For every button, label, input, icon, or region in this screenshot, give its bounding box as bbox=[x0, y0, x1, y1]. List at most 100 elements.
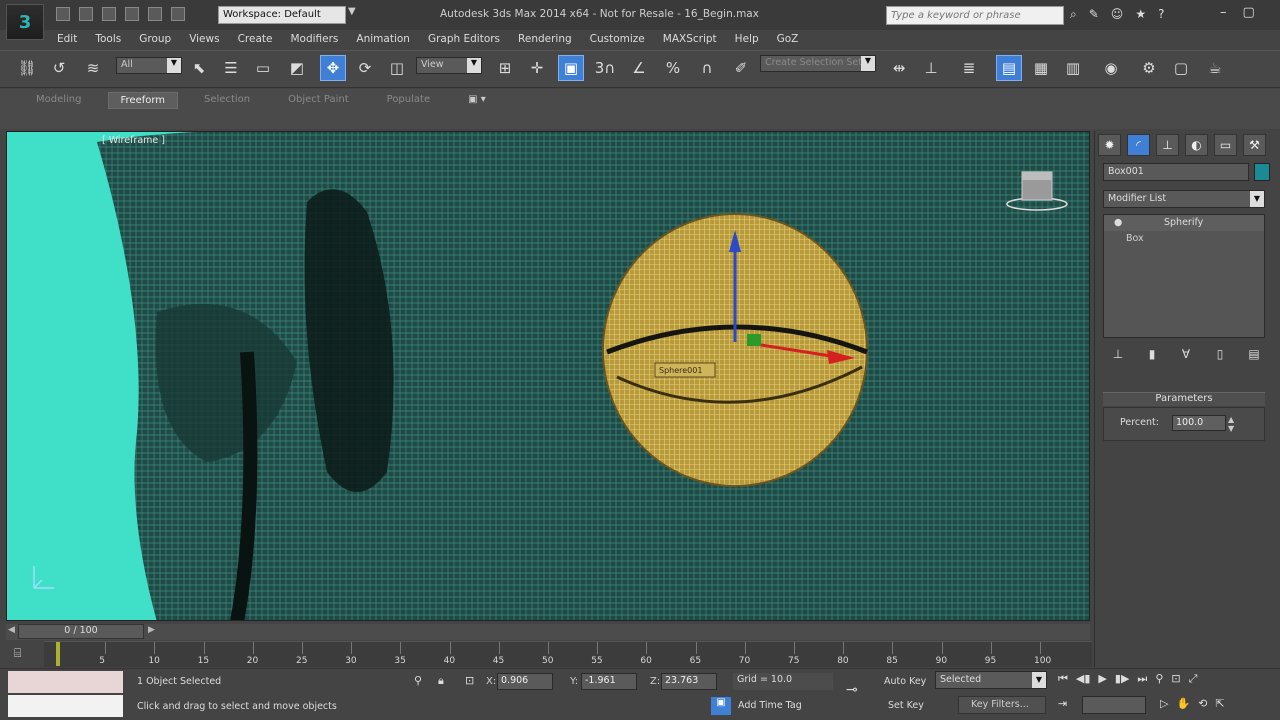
ribbon-options-icon[interactable]: ▣ ▾ bbox=[456, 92, 498, 109]
configure-modifier-sets-icon[interactable]: ▤ bbox=[1244, 346, 1264, 362]
menu-item[interactable]: Customize bbox=[581, 31, 654, 49]
selection-filter-dropdown[interactable]: All ▼ bbox=[116, 57, 182, 74]
maxscript-listener-input[interactable] bbox=[8, 671, 123, 693]
menu-item[interactable]: Rendering bbox=[509, 31, 581, 49]
menu-item[interactable]: Edit bbox=[48, 31, 86, 49]
app-logo-button[interactable]: 3 bbox=[6, 4, 44, 40]
link-icon[interactable]: ⛓ bbox=[14, 55, 40, 81]
object-color-swatch[interactable] bbox=[1254, 163, 1270, 181]
manipulate-icon[interactable]: ✛ bbox=[524, 55, 550, 81]
percent-spinner-field[interactable]: 100.0 bbox=[1172, 415, 1226, 431]
next-frame-icon[interactable]: ▮▶ bbox=[1115, 672, 1130, 686]
tab-freeform[interactable]: Freeform bbox=[107, 92, 179, 109]
render-setup-icon[interactable]: ⚙ bbox=[1136, 55, 1162, 81]
new-file-icon[interactable] bbox=[56, 7, 70, 21]
mirror-icon[interactable]: ⇹ bbox=[886, 55, 912, 81]
isolate-selection-icon[interactable]: ⚲ bbox=[414, 674, 422, 687]
maximize-toggle-icon[interactable]: ⇱ bbox=[1215, 697, 1224, 710]
search-input[interactable]: Type a keyword or phrase bbox=[886, 6, 1064, 25]
schematic-view-icon[interactable]: ▥ bbox=[1060, 55, 1086, 81]
gizmo-y-axis[interactable] bbox=[747, 334, 761, 346]
menu-item[interactable]: Graph Editors bbox=[419, 31, 509, 49]
z-coordinate-field[interactable]: 23.763 bbox=[661, 673, 717, 690]
x-coordinate-field[interactable]: 0.906 bbox=[497, 673, 553, 690]
binoculars-icon[interactable]: ⌕ bbox=[1070, 7, 1077, 22]
tools-icon[interactable]: ✎ bbox=[1089, 7, 1099, 22]
unlink-icon[interactable]: ↺ bbox=[46, 55, 72, 81]
open-file-icon[interactable] bbox=[79, 7, 93, 21]
graphite-modeling-tools-icon[interactable]: ▤ bbox=[996, 55, 1022, 81]
make-unique-icon[interactable]: ∀ bbox=[1176, 346, 1196, 362]
current-frame-field[interactable] bbox=[1082, 696, 1146, 714]
previous-frame-icon[interactable]: ◀▮ bbox=[1076, 672, 1091, 686]
menu-item[interactable]: Views bbox=[180, 31, 228, 49]
pivot-center-icon[interactable]: ⊞ bbox=[492, 55, 518, 81]
utilities-tab-icon[interactable]: ⚒ bbox=[1243, 134, 1266, 156]
menu-item[interactable]: GoZ bbox=[768, 31, 808, 49]
y-coordinate-field[interactable]: -1.961 bbox=[581, 673, 637, 690]
show-end-result-icon[interactable]: ▮ bbox=[1142, 346, 1162, 362]
motion-tab-icon[interactable]: ◐ bbox=[1185, 134, 1208, 156]
menu-item[interactable]: MAXScript bbox=[654, 31, 726, 49]
key-filters-button[interactable]: Key Filters... bbox=[958, 696, 1046, 714]
viewport-label[interactable]: [ Wireframe ] bbox=[102, 135, 165, 146]
rollout-title[interactable]: Parameters bbox=[1103, 392, 1265, 406]
zoom-extents-icon[interactable]: ⊡ bbox=[1171, 672, 1180, 686]
curve-editor-icon[interactable]: ▦ bbox=[1028, 55, 1054, 81]
key-selection-dropdown[interactable]: Selected ▼ bbox=[935, 671, 1047, 689]
named-selection-dropdown[interactable]: Create Selection Set ▼ bbox=[760, 55, 876, 72]
spinner-snap-icon[interactable]: ∩ bbox=[694, 55, 720, 81]
tab-populate[interactable]: Populate bbox=[375, 92, 442, 109]
tab-object-paint[interactable]: Object Paint bbox=[276, 92, 361, 109]
align-icon[interactable]: ⊥ bbox=[918, 55, 944, 81]
maximize-viewport-icon[interactable]: ⤢ bbox=[1189, 672, 1198, 686]
percent-snap-icon[interactable]: % bbox=[660, 55, 686, 81]
pin-stack-icon[interactable]: ⊥ bbox=[1108, 346, 1128, 362]
time-slider-thumb[interactable]: 0 / 100 bbox=[18, 624, 144, 639]
menu-item[interactable]: Modifiers bbox=[281, 31, 347, 49]
layer-manager-icon[interactable]: ≣ bbox=[956, 55, 982, 81]
auto-key-button[interactable]: Auto Key bbox=[884, 676, 926, 687]
select-and-scale-icon[interactable]: ◫ bbox=[384, 55, 410, 81]
set-key-button[interactable]: Set Key bbox=[888, 700, 924, 711]
select-object-icon[interactable]: ⬉ bbox=[186, 55, 212, 81]
maximize-icon[interactable]: ▢ bbox=[1243, 5, 1255, 20]
maxscript-listener-output[interactable] bbox=[8, 695, 123, 717]
stack-item-box[interactable]: Box bbox=[1104, 231, 1264, 247]
menu-item[interactable]: Group bbox=[130, 31, 180, 49]
reference-coordinate-dropdown[interactable]: View ▼ bbox=[416, 57, 482, 74]
hierarchy-tab-icon[interactable]: ⊥ bbox=[1156, 134, 1179, 156]
project-folder-icon[interactable] bbox=[171, 7, 185, 21]
time-slider-track[interactable] bbox=[6, 624, 1090, 640]
minimize-icon[interactable]: – bbox=[1220, 5, 1227, 20]
rendered-frame-window-icon[interactable]: ▢ bbox=[1168, 55, 1194, 81]
save-file-icon[interactable] bbox=[102, 7, 116, 21]
add-time-tag-button[interactable]: Add Time Tag bbox=[738, 700, 802, 711]
current-frame-marker[interactable] bbox=[56, 642, 60, 666]
spinner-arrows-icon[interactable]: ▲ ▼ bbox=[1228, 415, 1234, 433]
absolute-mode-icon[interactable]: ⊡ bbox=[465, 674, 474, 687]
perspective-viewport[interactable]: Sphere001 bbox=[6, 131, 1090, 621]
remove-modifier-icon[interactable]: ▯ bbox=[1210, 346, 1230, 362]
snaps-toggle-icon[interactable]: 3 ∩ bbox=[592, 55, 618, 81]
workspace-dropdown[interactable]: Workspace: Default bbox=[218, 6, 346, 24]
set-key-mode-icon[interactable]: ⊸ bbox=[846, 682, 858, 698]
edit-named-selection-icon[interactable]: ✐ bbox=[728, 55, 754, 81]
display-tab-icon[interactable]: ▭ bbox=[1214, 134, 1237, 156]
zoom-icon[interactable]: ⚲ bbox=[1155, 672, 1163, 686]
tab-modeling[interactable]: Modeling bbox=[24, 92, 94, 109]
lightbulb-icon[interactable]: ● bbox=[1114, 217, 1122, 228]
field-of-view-icon[interactable]: ▷ bbox=[1160, 697, 1168, 710]
chevron-down-icon[interactable]: ▼ bbox=[348, 6, 356, 17]
go-to-end-icon[interactable]: ⏭ bbox=[1137, 672, 1147, 686]
keyboard-shortcut-override-icon[interactable]: ▣ bbox=[558, 55, 584, 81]
menu-item[interactable]: Animation bbox=[347, 31, 419, 49]
play-icon[interactable]: ▶ bbox=[1098, 672, 1106, 686]
time-tag-icon[interactable]: ▣ bbox=[711, 697, 731, 715]
material-editor-icon[interactable]: ◉ bbox=[1098, 55, 1124, 81]
tab-selection[interactable]: Selection bbox=[192, 92, 262, 109]
help-icon[interactable]: ? bbox=[1158, 7, 1164, 22]
window-crossing-icon[interactable]: ◩ bbox=[284, 55, 310, 81]
pan-view-icon[interactable]: ✋ bbox=[1176, 697, 1190, 710]
menu-item[interactable]: Tools bbox=[86, 31, 130, 49]
